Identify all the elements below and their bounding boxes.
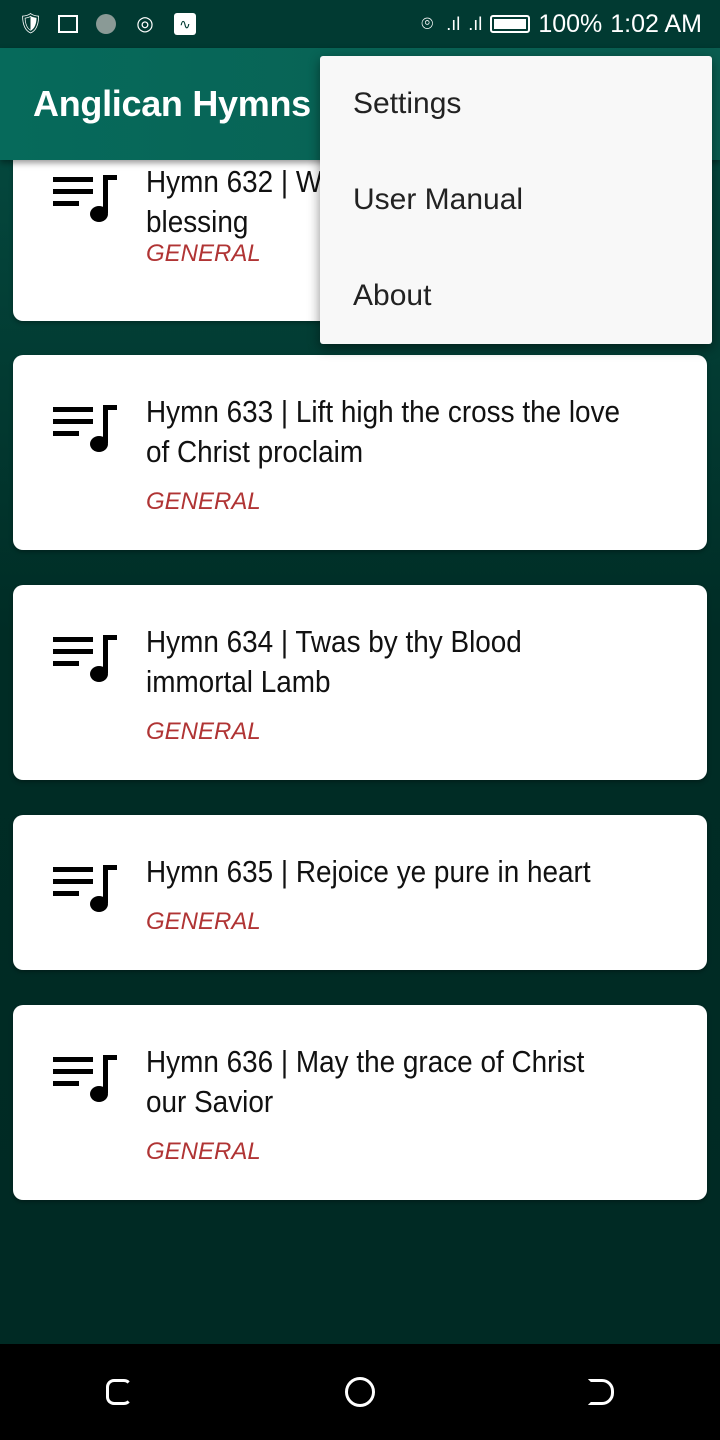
navigation-bar xyxy=(0,1344,720,1440)
playlist-music-icon xyxy=(53,865,117,912)
status-bar: 🛡 ◎ ∿ ⌾ .ıl .ıl 100% 1:02 AM xyxy=(0,0,720,48)
hymn-category: GENERAL xyxy=(146,1138,261,1165)
hymn-title: Hymn 633 | Lift high the cross the love … xyxy=(146,394,621,469)
hymn-card[interactable]: Hymn 633 | Lift high the cross the love … xyxy=(13,355,707,550)
menu-item-about[interactable]: About xyxy=(320,248,712,344)
battery-percent: 100% xyxy=(538,9,603,38)
home-button[interactable] xyxy=(344,1377,375,1407)
hymn-title: Hymn 635 | Rejoice ye pure in heart xyxy=(146,854,591,889)
activity-icon: ∿ xyxy=(174,13,196,35)
menu-item-settings[interactable]: Settings xyxy=(320,56,712,152)
recent-apps-button[interactable] xyxy=(106,1379,133,1405)
hymn-card[interactable]: Hymn 635 | Rejoice ye pure in heart GENE… xyxy=(13,815,707,970)
hymn-card[interactable]: Hymn 636 | May the grace of Christ our S… xyxy=(13,1005,707,1200)
hymn-category: GENERAL xyxy=(146,488,261,515)
hotspot-icon: ⌾ xyxy=(421,13,434,35)
hymn-title: Hymn 634 | Twas by thy Blood immortal La… xyxy=(146,624,522,699)
playlist-music-icon xyxy=(53,175,117,222)
hymn-category: GENERAL xyxy=(146,240,261,267)
signal-icon: .ıl xyxy=(446,13,461,34)
target-icon: ◎ xyxy=(136,13,154,35)
hymn-card[interactable]: Hymn 634 | Twas by thy Blood immortal La… xyxy=(13,585,707,780)
playlist-music-icon xyxy=(53,405,117,452)
menu-item-user-manual[interactable]: User Manual xyxy=(320,152,712,248)
playlist-music-icon xyxy=(53,635,117,682)
hymn-category: GENERAL xyxy=(146,908,261,935)
battery-icon xyxy=(490,15,531,33)
overflow-menu: Settings User Manual About xyxy=(320,56,712,344)
cast-icon xyxy=(58,15,78,33)
loading-icon xyxy=(96,14,116,34)
back-button[interactable] xyxy=(587,1379,614,1405)
clock: 1:02 AM xyxy=(610,9,702,38)
hymn-category: GENERAL xyxy=(146,718,261,745)
signal-icon: .ıl xyxy=(468,13,483,34)
app-title: Anglican Hymns xyxy=(33,83,311,124)
shield-check-icon: 🛡 xyxy=(18,13,44,35)
playlist-music-icon xyxy=(53,1055,117,1102)
hymn-title: Hymn 636 | May the grace of Christ our S… xyxy=(146,1044,585,1119)
